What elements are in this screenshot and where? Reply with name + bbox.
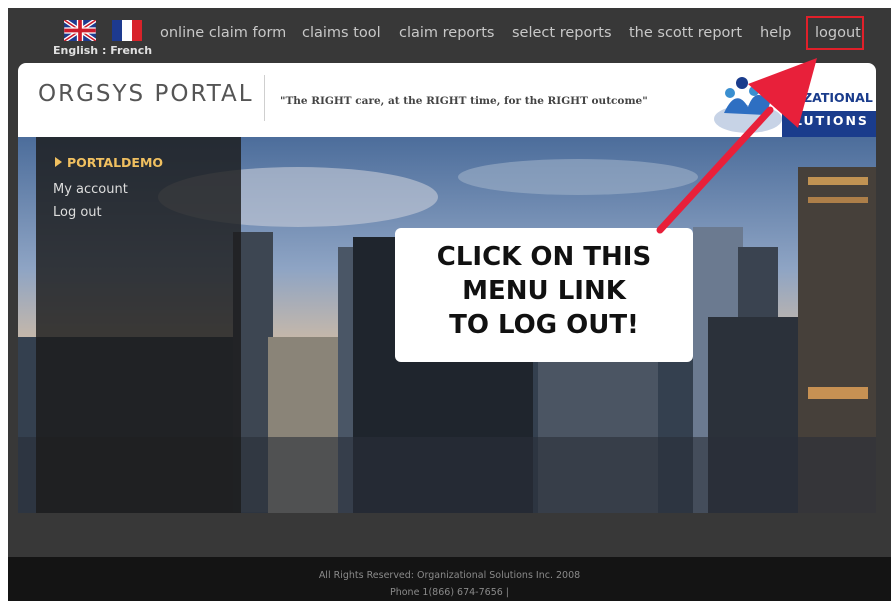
page-footer: All Rights Reserved: Organizational Solu…	[8, 557, 891, 601]
language-separator: :	[98, 44, 111, 57]
english-link[interactable]: English	[53, 44, 98, 57]
logout-highlight-box	[806, 16, 864, 50]
sidebar-heading[interactable]: PORTALDEMO	[55, 155, 163, 170]
nav-claims-tool[interactable]: claims tool	[302, 25, 381, 41]
callout-line-2: MENU LINK	[462, 276, 626, 306]
nav-claim-reports[interactable]: claim reports	[399, 25, 495, 41]
sidebar-heading-label: PORTALDEMO	[67, 155, 164, 170]
logo-text-bottom: LUTIONS	[794, 113, 869, 128]
nav-online-claim-form[interactable]: online claim form	[160, 25, 286, 41]
portal-header: ORGSYS PORTAL "The RIGHT care, at the RI…	[18, 63, 876, 137]
footer-copyright: All Rights Reserved: Organizational Solu…	[318, 570, 581, 581]
sidebar-link-my-account[interactable]: My account	[53, 182, 128, 197]
footer-phone: Phone 1(866) 674-7656 |	[389, 587, 509, 598]
callout-line-1: CLICK ON THIS	[436, 242, 652, 272]
nav-select-reports[interactable]: select reports	[512, 25, 612, 41]
callout-line-3: TO LOG OUT!	[449, 310, 639, 340]
uk-flag-icon[interactable]	[64, 20, 96, 41]
tagline: "The RIGHT care, at the RIGHT time, for …	[280, 95, 648, 107]
header-divider	[264, 75, 265, 121]
france-flag-icon[interactable]	[112, 20, 142, 41]
page-title: ORGSYS PORTAL	[38, 81, 254, 107]
nav-help[interactable]: help	[760, 25, 791, 41]
logo-text-top: NIZATIONAL	[788, 90, 873, 105]
sidebar-link-log-out[interactable]: Log out	[53, 205, 102, 220]
instruction-callout: CLICK ON THIS MENU LINK TO LOG OUT!	[395, 228, 693, 362]
triangle-right-icon	[55, 157, 62, 167]
nav-the-scott-report[interactable]: the scott report	[629, 25, 742, 41]
french-link[interactable]: French	[110, 44, 152, 57]
language-labels: English : French	[53, 44, 152, 57]
